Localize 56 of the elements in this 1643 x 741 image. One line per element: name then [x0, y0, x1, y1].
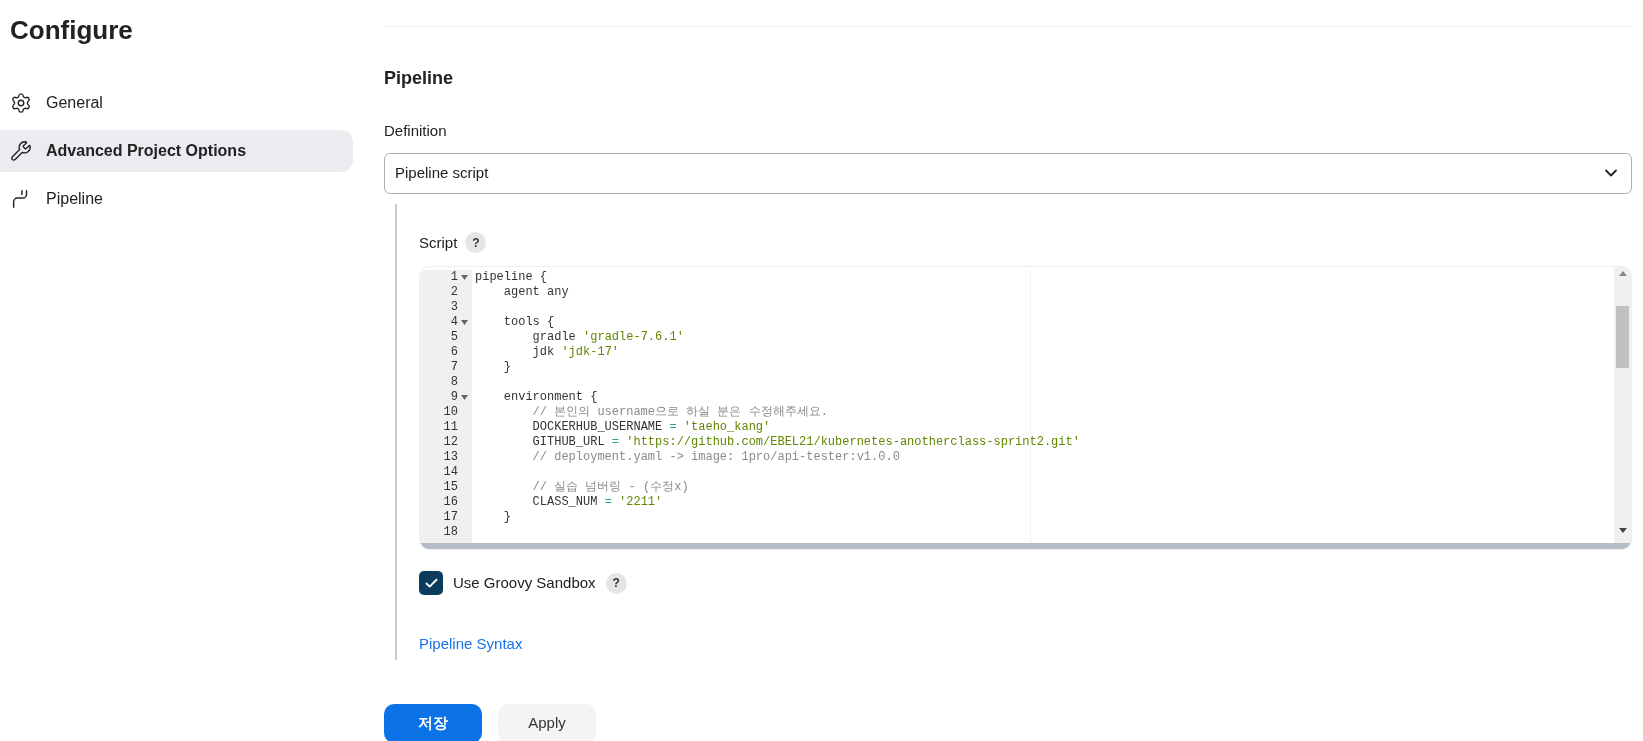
- line-number: 10: [443, 405, 458, 420]
- page-title: Configure: [9, 14, 134, 46]
- line-number: 18: [443, 525, 458, 540]
- line-number: 15: [443, 480, 458, 495]
- sidebar-item[interactable]: Pipeline: [0, 178, 353, 220]
- pipeline-syntax-link[interactable]: Pipeline Syntax: [419, 633, 523, 656]
- settings-icon: [10, 92, 32, 114]
- scroll-up-icon[interactable]: [1618, 271, 1627, 276]
- script-label: Script: [419, 232, 458, 253]
- help-button[interactable]: ?: [465, 232, 487, 254]
- code-line: environment {: [502, 390, 598, 404]
- line-number: 9: [450, 390, 458, 405]
- apply-button[interactable]: Apply: [498, 703, 596, 741]
- section-title: Pipeline: [384, 67, 455, 90]
- sandbox-label: Use Groovy Sandbox: [453, 572, 596, 593]
- line-number: 16: [443, 495, 458, 510]
- line-number: 12: [443, 435, 458, 450]
- definition-label: Definition: [384, 121, 448, 141]
- wrench-icon: [10, 140, 32, 162]
- code-line: }: [502, 360, 511, 374]
- code-line: }: [502, 510, 511, 524]
- line-number: 11: [443, 420, 458, 435]
- sandbox-checkbox[interactable]: [419, 571, 443, 595]
- code-line: tools {: [502, 315, 555, 329]
- code-line: // 실습 넘버링 - (수정x): [531, 480, 689, 494]
- definition-select[interactable]: Pipeline script: [384, 152, 1632, 194]
- line-number: 14: [443, 465, 458, 480]
- line-number: 6: [450, 345, 458, 360]
- fold-arrow-icon[interactable]: [461, 275, 468, 280]
- line-number: 7: [450, 360, 458, 375]
- scroll-thumb[interactable]: [1616, 306, 1629, 368]
- scroll-down-icon[interactable]: [1618, 528, 1627, 533]
- fold-arrow-icon[interactable]: [461, 395, 468, 400]
- vertical-scrollbar[interactable]: [1614, 267, 1631, 543]
- line-number: 17: [443, 510, 458, 525]
- line-number: 8: [450, 375, 458, 390]
- code-line: agent any: [502, 285, 569, 299]
- code-line: CLASS_NUM = '2211': [531, 495, 663, 509]
- code-line: DOCKERHUB_USERNAME = 'taeho_kang': [531, 420, 771, 434]
- line-number: 2: [450, 285, 458, 300]
- code-line: // 본인의 username으로 하실 분은 수정해주세요.: [531, 405, 828, 419]
- code-line: // deployment.yaml -> image: 1pro/api-tester:v1.0.0: [531, 450, 900, 464]
- line-number: 3: [450, 300, 458, 315]
- fold-arrow-icon[interactable]: [461, 320, 468, 325]
- line-number: 13: [443, 450, 458, 465]
- line-number: 4: [450, 315, 458, 330]
- code-line: pipeline {: [475, 270, 547, 284]
- help-button[interactable]: ?: [605, 572, 627, 594]
- sidebar-item[interactable]: General: [0, 82, 353, 124]
- line-number: 5: [450, 330, 458, 345]
- code-line: GITHUB_URL = 'https://github.com/EBEL21/kubernetes-anotherclass-sprint2.git': [531, 435, 1080, 449]
- line-number: 1: [450, 270, 458, 285]
- sidebar-item[interactable]: Advanced Project Options: [0, 130, 353, 172]
- code-line: gradle 'gradle-7.6.1': [531, 330, 684, 344]
- code-line: jdk 'jdk-17': [531, 345, 620, 359]
- save-button[interactable]: 저장: [384, 703, 482, 741]
